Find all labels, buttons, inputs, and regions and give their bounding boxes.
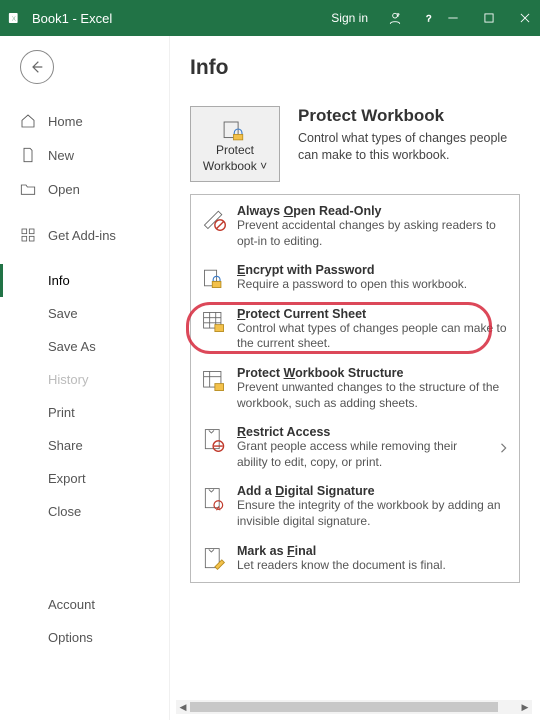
nav-export[interactable]: Export xyxy=(0,462,169,495)
option-encrypt-password[interactable]: Encrypt with Password Require a password… xyxy=(191,256,519,300)
nav-get-addins[interactable]: Get Add-ins xyxy=(0,218,169,252)
addins-icon xyxy=(20,227,36,243)
minimize-icon[interactable] xyxy=(446,11,460,25)
signature-icon xyxy=(201,486,227,512)
nav-print[interactable]: Print xyxy=(0,396,169,429)
opt-title: Always Open Read-Only xyxy=(237,204,509,218)
opt-title: Add a Digital Signature xyxy=(237,484,509,498)
encrypt-icon xyxy=(201,265,227,291)
nav-options[interactable]: Options xyxy=(0,621,169,654)
backstage-sidebar: Home New Open Get Add-ins Info Save Save… xyxy=(0,36,170,720)
nav-history: History xyxy=(0,363,169,396)
protect-btn-line1: Protect xyxy=(216,143,254,157)
protect-workbook-icon xyxy=(221,117,249,141)
help-icon[interactable]: ? xyxy=(422,11,436,25)
nav-label: Account xyxy=(48,597,95,612)
svg-text:?: ? xyxy=(397,12,400,17)
opt-desc: Require a password to open this workbook… xyxy=(237,277,509,293)
info-pane: Info Protect Workbook ˅ Protect Workbook… xyxy=(170,36,540,720)
read-only-icon xyxy=(201,206,227,232)
svg-text:?: ? xyxy=(426,14,431,24)
section-desc: Control what types of changes people can… xyxy=(298,130,520,164)
protect-structure-icon xyxy=(201,368,227,394)
nav-label: Save As xyxy=(48,339,96,354)
nav-info[interactable]: Info xyxy=(0,264,169,297)
user-icon[interactable]: ? xyxy=(388,11,402,25)
section-title: Protect Workbook xyxy=(298,106,520,126)
opt-title: Mark as Final xyxy=(237,544,509,558)
scroll-right-arrow[interactable]: ▶ xyxy=(518,700,532,714)
nav-label: Share xyxy=(48,438,83,453)
nav-open[interactable]: Open xyxy=(0,172,169,206)
protect-workbook-button[interactable]: Protect Workbook ˅ xyxy=(190,106,280,182)
nav-label: Get Add-ins xyxy=(48,228,116,243)
nav-label: Save xyxy=(48,306,78,321)
back-arrow-icon xyxy=(29,59,45,75)
nav-close[interactable]: Close xyxy=(0,495,169,528)
nav-label: Info xyxy=(48,273,70,288)
protect-options-menu: Always Open Read-Only Prevent accidental… xyxy=(190,194,520,583)
option-open-read-only[interactable]: Always Open Read-Only Prevent accidental… xyxy=(191,197,519,256)
opt-desc: Grant people access while removing their… xyxy=(237,439,485,470)
open-folder-icon xyxy=(20,181,36,197)
horizontal-scrollbar[interactable]: ◀ ▶ xyxy=(176,700,532,714)
option-digital-signature[interactable]: Add a Digital Signature Ensure the integ… xyxy=(191,477,519,536)
nav-label: Home xyxy=(48,114,83,129)
nav-save-as[interactable]: Save As xyxy=(0,330,169,363)
opt-desc: Ensure the integrity of the workbook by … xyxy=(237,498,509,529)
scroll-left-arrow[interactable]: ◀ xyxy=(176,700,190,714)
nav-new[interactable]: New xyxy=(0,138,169,172)
nav-label: Export xyxy=(48,471,86,486)
opt-desc: Prevent unwanted changes to the structur… xyxy=(237,380,509,411)
scroll-thumb[interactable] xyxy=(190,702,498,712)
opt-title: Protect Workbook Structure xyxy=(237,366,509,380)
protect-btn-line2: Workbook xyxy=(203,159,257,173)
opt-desc: Control what types of changes people can… xyxy=(237,321,509,352)
opt-desc: Prevent accidental changes by asking rea… xyxy=(237,218,509,249)
svg-text:X: X xyxy=(12,16,17,23)
nav-label: Print xyxy=(48,405,75,420)
nav-label: Open xyxy=(48,182,80,197)
opt-title: Encrypt with Password xyxy=(237,263,509,277)
nav-label: History xyxy=(48,372,88,387)
close-icon[interactable] xyxy=(518,11,532,25)
opt-title: Protect Current Sheet xyxy=(237,307,509,321)
opt-title: Restrict Access xyxy=(237,425,485,439)
new-file-icon xyxy=(20,147,36,163)
nav-share[interactable]: Share xyxy=(0,429,169,462)
page-title: Info xyxy=(190,56,520,80)
option-protect-structure[interactable]: Protect Workbook Structure Prevent unwan… xyxy=(191,359,519,418)
back-button[interactable] xyxy=(20,50,54,84)
protect-sheet-icon xyxy=(201,309,227,335)
dropdown-caret-icon: ˅ xyxy=(257,159,267,173)
option-protect-sheet[interactable]: Protect Current Sheet Control what types… xyxy=(191,300,519,359)
mark-final-icon xyxy=(201,546,227,572)
nav-account[interactable]: Account xyxy=(0,588,169,621)
home-icon xyxy=(20,113,36,129)
nav-label: New xyxy=(48,148,74,163)
excel-app-icon: X xyxy=(8,11,22,25)
chevron-right-icon xyxy=(499,443,509,453)
nav-label: Options xyxy=(48,630,93,645)
nav-home[interactable]: Home xyxy=(0,104,169,138)
opt-desc: Let readers know the document is final. xyxy=(237,558,509,574)
title-bar: X Book1 - Excel Sign in ? ? xyxy=(0,0,540,36)
nav-label: Close xyxy=(48,504,81,519)
option-mark-final[interactable]: Mark as Final Let readers know the docum… xyxy=(191,537,519,581)
sign-in-link[interactable]: Sign in xyxy=(331,11,368,25)
option-restrict-access[interactable]: Restrict Access Grant people access whil… xyxy=(191,418,519,477)
restrict-access-icon xyxy=(201,427,227,453)
maximize-icon[interactable] xyxy=(482,11,496,25)
window-title: Book1 - Excel xyxy=(32,11,112,26)
nav-save[interactable]: Save xyxy=(0,297,169,330)
